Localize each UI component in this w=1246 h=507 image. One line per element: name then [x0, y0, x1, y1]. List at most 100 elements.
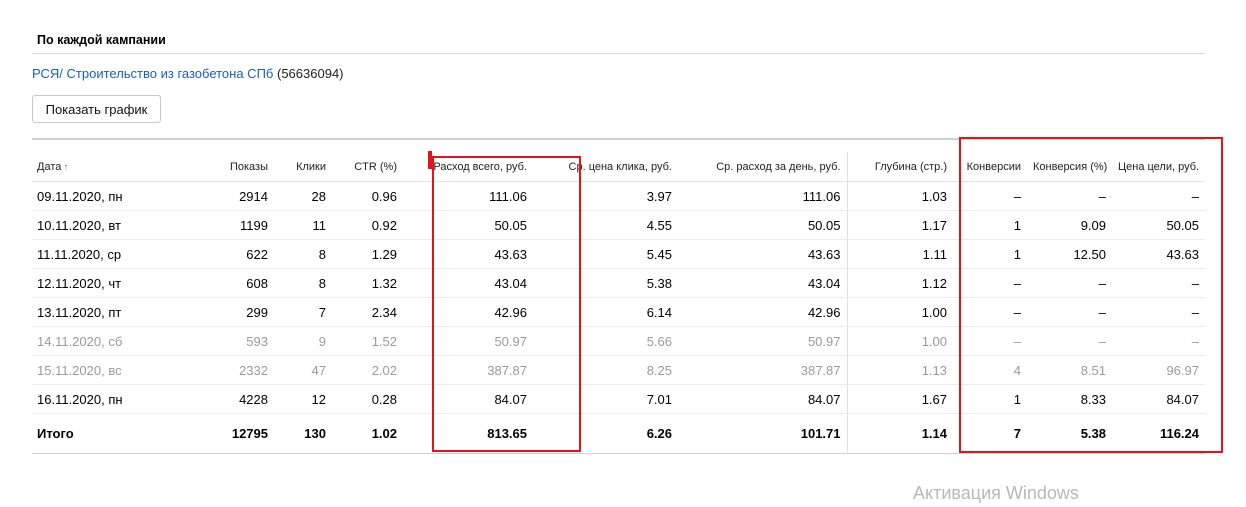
cell-shows: 1199 [190, 210, 274, 240]
cell-ctr: 1.52 [332, 326, 403, 356]
cell-goal-cost: 50.05 [1112, 210, 1205, 240]
cell-shows: 608 [190, 268, 274, 298]
cell-date: 12.11.2020, чт [32, 268, 190, 298]
cell-depth: 1.12 [847, 268, 953, 298]
cell-avg-cpc: 4.55 [533, 210, 678, 240]
table-row: 14.11.2020, сб 593 9 1.52 50.97 5.66 50.… [32, 326, 1205, 356]
cell-date: 14.11.2020, сб [32, 326, 190, 356]
col-depth-header[interactable]: Глубина (стр.) [847, 152, 953, 182]
cell-goal-cost: 96.97 [1112, 355, 1205, 385]
cell-spend-total: 111.06 [403, 181, 533, 211]
col-conversion-rate-header[interactable]: Конверсия (%) [1027, 152, 1112, 182]
cell-conversions: – [953, 181, 1027, 211]
total-clicks: 130 [274, 413, 332, 454]
cell-avg-daily-spend: 43.04 [678, 268, 848, 298]
cell-ctr: 1.29 [332, 239, 403, 269]
cell-spend-total: 387.87 [403, 355, 533, 385]
col-clicks-header[interactable]: Клики [274, 152, 332, 182]
cell-conversion-rate: 12.50 [1027, 239, 1112, 269]
cell-conversions: 4 [953, 355, 1027, 385]
col-conversions-header[interactable]: Конверсии [953, 152, 1027, 182]
cell-avg-daily-spend: 50.97 [678, 326, 848, 356]
campaign-link[interactable]: РСЯ/ Строительство из газобетона СПб [32, 66, 273, 81]
cell-avg-daily-spend: 387.87 [678, 355, 848, 385]
table-row: 16.11.2020, пн 4228 12 0.28 84.07 7.01 8… [32, 384, 1205, 414]
col-ctr-header[interactable]: CTR (%) [332, 152, 403, 182]
cell-date: 09.11.2020, пн [32, 181, 190, 211]
cell-depth: 1.13 [847, 355, 953, 385]
cell-conversion-rate: – [1027, 326, 1112, 356]
cell-conversions: 1 [953, 210, 1027, 240]
cell-depth: 1.11 [847, 239, 953, 269]
cell-conversions: – [953, 326, 1027, 356]
windows-activation-watermark: Активация Windows [913, 483, 1079, 503]
col-shows-header[interactable]: Показы [190, 152, 274, 182]
total-conversions: 7 [953, 413, 1027, 454]
cell-depth: 1.17 [847, 210, 953, 240]
table-row: 12.11.2020, чт 608 8 1.32 43.04 5.38 43.… [32, 268, 1205, 298]
cell-shows: 622 [190, 239, 274, 269]
cell-date: 13.11.2020, пт [32, 297, 190, 327]
stats-table: Дата ↑ Показы Клики CTR (%) Расход всего,… [32, 152, 1205, 454]
col-date-label: Дата [37, 160, 62, 173]
cell-avg-cpc: 5.66 [533, 326, 678, 356]
cell-avg-cpc: 5.45 [533, 239, 678, 269]
total-avg-cpc: 6.26 [533, 413, 678, 454]
cell-date: 15.11.2020, вс [32, 355, 190, 385]
cell-date: 10.11.2020, вт [32, 210, 190, 240]
cell-depth: 1.03 [847, 181, 953, 211]
col-avg-daily-spend-header[interactable]: Ср. расход за день, руб. [678, 152, 848, 182]
table-row: 13.11.2020, пт 299 7 2.34 42.96 6.14 42.… [32, 297, 1205, 327]
total-conversion-rate: 5.38 [1027, 413, 1112, 454]
cell-spend-total: 84.07 [403, 384, 533, 414]
cell-goal-cost: 84.07 [1112, 384, 1205, 414]
cell-clicks: 12 [274, 384, 332, 414]
highlight-tick [428, 151, 432, 169]
sort-asc-icon: ↑ [63, 161, 69, 173]
cell-conversion-rate: 9.09 [1027, 210, 1112, 240]
cell-spend-total: 43.04 [403, 268, 533, 298]
col-date-header[interactable]: Дата ↑ [32, 152, 190, 182]
campaign-line: РСЯ/ Строительство из газобетона СПб (56… [32, 66, 344, 81]
cell-ctr: 0.92 [332, 210, 403, 240]
cell-goal-cost: – [1112, 326, 1205, 356]
col-spend-total-header[interactable]: Расход всего, руб. [403, 152, 533, 182]
cell-shows: 2332 [190, 355, 274, 385]
cell-clicks: 8 [274, 239, 332, 269]
cell-date: 11.11.2020, ср [32, 239, 190, 269]
show-chart-button[interactable]: Показать график [32, 95, 161, 123]
cell-conversion-rate: – [1027, 268, 1112, 298]
cell-conversions: 1 [953, 384, 1027, 414]
cell-ctr: 0.28 [332, 384, 403, 414]
cell-ctr: 0.96 [332, 181, 403, 211]
cell-spend-total: 50.05 [403, 210, 533, 240]
cell-goal-cost: – [1112, 268, 1205, 298]
table-total-row: Итого 12795 130 1.02 813.65 6.26 101.71 … [32, 413, 1205, 454]
col-goal-cost-header[interactable]: Цена цели, руб. [1112, 152, 1205, 182]
cell-shows: 299 [190, 297, 274, 327]
table-row: 15.11.2020, вс 2332 47 2.02 387.87 8.25 … [32, 355, 1205, 385]
cell-ctr: 2.02 [332, 355, 403, 385]
cell-clicks: 7 [274, 297, 332, 327]
table-top-divider [32, 138, 1205, 140]
table-row: 09.11.2020, пн 2914 28 0.96 111.06 3.97 … [32, 181, 1205, 211]
col-avg-cpc-header[interactable]: Ср. цена клика, руб. [533, 152, 678, 182]
cell-conversions: – [953, 297, 1027, 327]
table-header-row: Дата ↑ Показы Клики CTR (%) Расход всего,… [32, 152, 1205, 182]
cell-depth: 1.67 [847, 384, 953, 414]
total-shows: 12795 [190, 413, 274, 454]
total-ctr: 1.02 [332, 413, 403, 454]
table-row: 11.11.2020, ср 622 8 1.29 43.63 5.45 43.… [32, 239, 1205, 269]
table-row: 10.11.2020, вт 1199 11 0.92 50.05 4.55 5… [32, 210, 1205, 240]
cell-conversions: 1 [953, 239, 1027, 269]
cell-avg-daily-spend: 50.05 [678, 210, 848, 240]
section-title: По каждой кампании [37, 33, 166, 47]
cell-avg-daily-spend: 42.96 [678, 297, 848, 327]
cell-depth: 1.00 [847, 297, 953, 327]
cell-goal-cost: – [1112, 181, 1205, 211]
total-avg-daily-spend: 101.71 [678, 413, 848, 454]
cell-conversion-rate: – [1027, 297, 1112, 327]
cell-clicks: 8 [274, 268, 332, 298]
cell-spend-total: 43.63 [403, 239, 533, 269]
cell-clicks: 28 [274, 181, 332, 211]
